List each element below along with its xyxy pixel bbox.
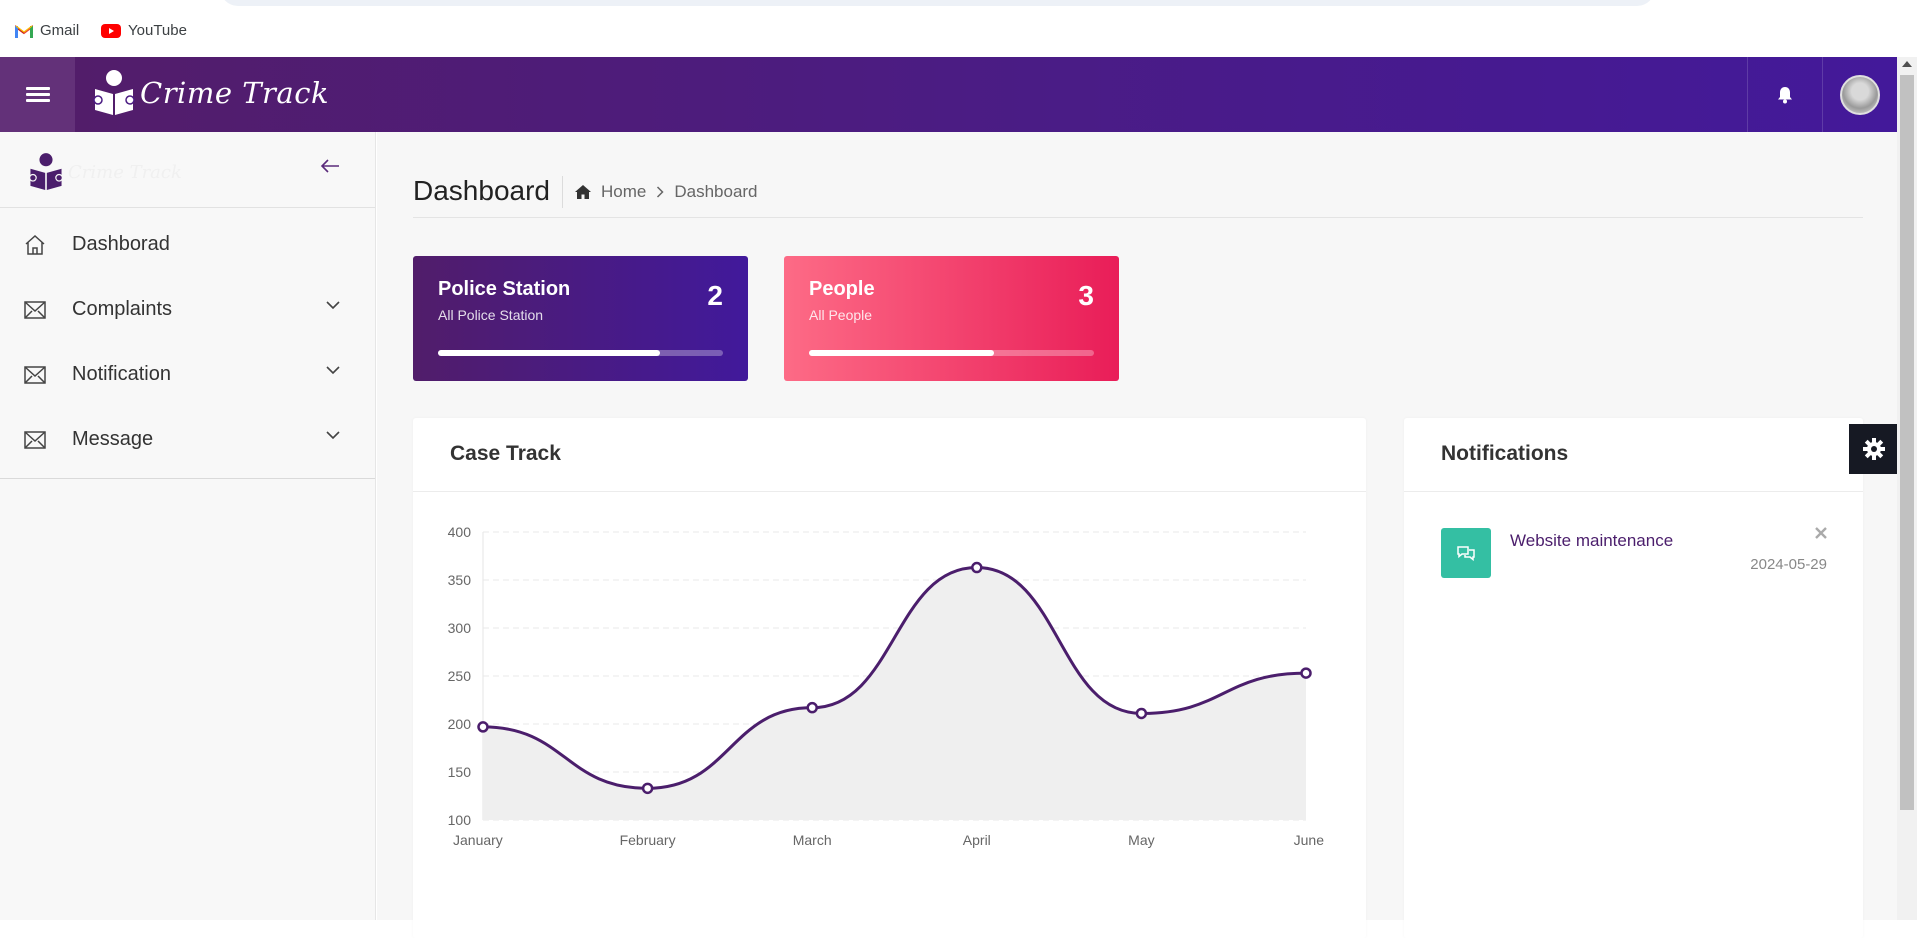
stat-progress-fill	[809, 350, 995, 356]
brand-name: Crime Track	[140, 76, 330, 110]
bookmark-youtube[interactable]: YouTube	[101, 22, 187, 39]
stat-progress-bar	[809, 350, 1094, 356]
notification-item[interactable]: Website maintenance 2024-05-29	[1441, 526, 1827, 588]
settings-button[interactable]	[1849, 424, 1899, 474]
sidebar-collapse-button[interactable]	[320, 156, 340, 178]
card-title: Notifications	[1404, 418, 1863, 492]
data-point	[806, 701, 818, 714]
stat-subtitle: All People	[809, 307, 873, 323]
data-point	[971, 561, 983, 574]
notification-title[interactable]: Website maintenance	[1510, 531, 1673, 551]
gear-icon	[1863, 438, 1885, 460]
reader-logo-icon	[93, 70, 135, 115]
breadcrumb-current: Dashboard	[674, 182, 758, 201]
x-tick-label: January	[453, 832, 503, 848]
y-tick-label: 300	[448, 620, 472, 636]
sidebar-item-label: Dashborad	[72, 233, 170, 255]
scrollbar-thumb[interactable]	[1900, 75, 1914, 810]
main-content: Dashboard Home Dashboard Police Station …	[377, 132, 1897, 938]
home-icon	[25, 234, 45, 255]
y-tick-label: 150	[448, 764, 472, 780]
bookmarks-bar: Gmail YouTube	[0, 0, 1897, 57]
top-navbar: Crime Track	[0, 57, 1897, 132]
stat-count: 3	[1078, 280, 1094, 311]
sidebar-item-label: Notification	[72, 363, 171, 385]
stat-subtitle: All Police Station	[438, 307, 544, 323]
sidebar-item-notification[interactable]: Notification	[0, 342, 375, 407]
user-menu-button[interactable]	[1822, 57, 1897, 132]
card-title: Case Track	[413, 418, 1366, 492]
sidebar-item-label: Message	[72, 428, 154, 450]
data-point	[1300, 667, 1312, 679]
reader-logo-icon	[29, 153, 63, 190]
arrow-left-icon	[320, 159, 339, 173]
y-tick-label: 400	[448, 524, 472, 540]
chevron-down-icon	[326, 301, 340, 310]
case-track-card: Case Track 100 150 200 250 300 350 400 January F…	[413, 418, 1366, 938]
chat-icon	[1457, 546, 1475, 561]
page-title: Dashboard	[413, 176, 563, 208]
x-tick-label: February	[620, 832, 676, 848]
sidebar-brand-logo[interactable]: Crime Track	[28, 152, 182, 192]
gmail-icon	[15, 24, 33, 38]
bookmark-label: Gmail	[40, 22, 80, 39]
notifications-card: Notifications Website maintenance 2024-0…	[1404, 418, 1863, 938]
bookmark-gmail[interactable]: Gmail	[15, 22, 79, 39]
envelope-icon	[24, 430, 46, 449]
page-scrollbar[interactable]	[1897, 57, 1917, 920]
data-point	[477, 721, 489, 733]
stat-progress-fill	[438, 350, 661, 356]
x-tick-label: March	[793, 832, 832, 848]
envelope-icon	[24, 365, 46, 384]
sidebar: Crime Track Dashborad Complaints Notific…	[0, 132, 376, 920]
notifications-button[interactable]	[1747, 57, 1822, 132]
chevron-right-icon	[657, 186, 664, 198]
sidebar-item-message[interactable]: Message	[0, 407, 375, 472]
breadcrumb: Home Dashboard	[574, 176, 758, 208]
bell-icon	[1778, 86, 1792, 103]
y-tick-label: 200	[448, 716, 472, 732]
notification-dismiss-button[interactable]	[1815, 526, 1827, 544]
stat-title: Police Station	[438, 278, 571, 300]
case-track-chart: 100 150 200 250 300 350 400 January February Marc…	[448, 524, 1325, 848]
sidebar-nav: Dashborad Complaints Notification Messag…	[0, 208, 375, 479]
x-tick-label: April	[963, 832, 991, 848]
sidebar-item-complaints[interactable]: Complaints	[0, 277, 375, 342]
stat-progress-bar	[438, 350, 723, 356]
y-tick-label: 250	[448, 668, 472, 684]
address-bar[interactable]	[220, 0, 1655, 6]
sidebar-header: Crime Track	[0, 132, 375, 208]
sidebar-item-label: Complaints	[72, 298, 173, 320]
notification-date: 2024-05-29	[1750, 556, 1827, 573]
avatar	[1840, 74, 1880, 115]
envelope-icon	[24, 300, 46, 319]
stat-card-police-station[interactable]: Police Station All Police Station 2	[413, 256, 748, 381]
y-tick-label: 350	[448, 572, 472, 588]
breadcrumb-home-link[interactable]: Home	[601, 182, 646, 202]
stat-count: 2	[707, 280, 723, 311]
stat-card-people[interactable]: People All People 3	[784, 256, 1119, 381]
youtube-icon	[101, 23, 121, 38]
x-tick-label: June	[1294, 832, 1325, 848]
chevron-down-icon	[326, 366, 340, 375]
y-tick-label: 100	[448, 812, 472, 828]
page-header: Dashboard Home Dashboard	[413, 176, 1863, 218]
bookmark-label: YouTube	[128, 22, 187, 39]
chevron-down-icon	[326, 431, 340, 440]
data-point	[1135, 707, 1148, 720]
menu-toggle-button[interactable]	[0, 57, 75, 132]
scroll-up-arrow-icon[interactable]	[1902, 61, 1912, 67]
stat-title: People	[809, 278, 875, 300]
close-icon	[1815, 527, 1827, 539]
data-point	[641, 782, 654, 795]
brand-logo[interactable]: Crime Track	[92, 69, 329, 117]
sidebar-brand-name: Crime Track	[68, 161, 182, 183]
x-tick-label: May	[1128, 832, 1154, 848]
menu-icon	[25, 84, 50, 105]
home-icon	[574, 185, 591, 199]
sidebar-item-dashboard[interactable]: Dashborad	[0, 212, 375, 277]
notification-icon-badge	[1441, 528, 1491, 578]
